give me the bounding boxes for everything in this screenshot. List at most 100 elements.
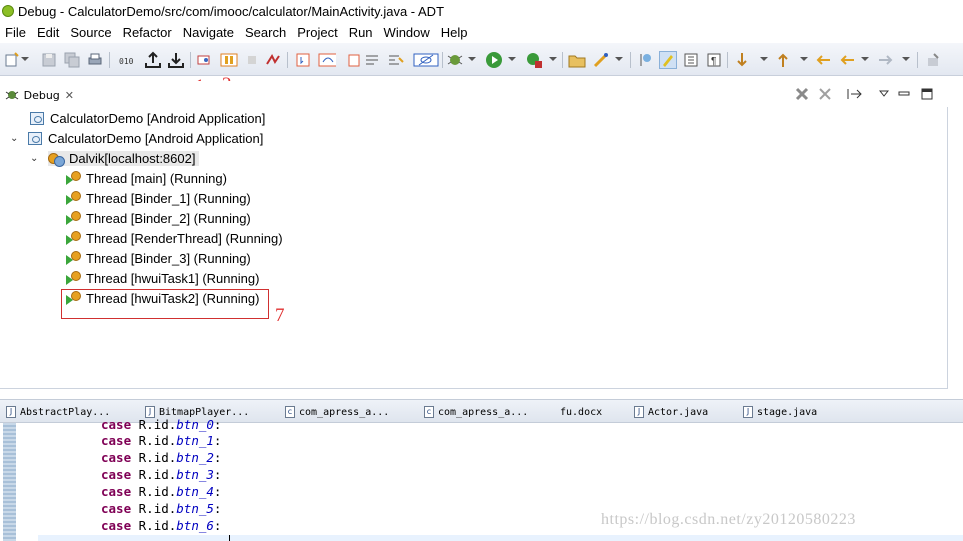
run-icon[interactable] (485, 51, 503, 69)
debug-icon[interactable] (446, 51, 464, 69)
external-tools-icon[interactable] (525, 51, 543, 69)
skip-breakpoints-icon[interactable] (195, 51, 213, 69)
suspend-icon[interactable] (220, 51, 238, 69)
vm-node[interactable]: ⌄ Dalvik[localhost:8602] (30, 148, 200, 168)
show-whitespace-icon[interactable]: ¶ (705, 51, 723, 69)
code-keyword: case (101, 467, 132, 482)
editor-tab[interactable]: J Actor.java (634, 404, 708, 420)
save-all-icon[interactable] (63, 51, 81, 69)
forward-dropdown-icon[interactable] (902, 57, 910, 61)
block-selection-icon[interactable] (682, 51, 700, 69)
editor-tab[interactable]: J AbstractPlay... (6, 404, 110, 420)
menu-file[interactable]: File (0, 25, 32, 40)
thread-node[interactable]: Thread [Binder_3] (Running) (66, 248, 251, 268)
menu-source[interactable]: Source (65, 25, 117, 40)
terminate-icon[interactable] (243, 51, 261, 69)
step-into-icon[interactable] (294, 51, 312, 69)
thread-label: Thread [Binder_3] (Running) (86, 250, 251, 266)
editor-tab[interactable]: c com_apress_a... (285, 404, 389, 420)
code-text: R.id. (138, 450, 177, 465)
step-over-icon[interactable] (318, 51, 336, 69)
code-keyword: case (101, 518, 132, 533)
menu-window[interactable]: Window (379, 25, 436, 40)
code-line: case R.id.btn_5: (101, 501, 221, 518)
view-menu-icon[interactable] (877, 85, 891, 103)
launch-node[interactable]: CalculatorDemo [Android Application] (30, 108, 265, 128)
thread-node[interactable]: Thread [Binder_2] (Running) (66, 208, 251, 228)
bug-icon (5, 91, 19, 100)
back-icon[interactable] (838, 51, 856, 69)
next-annotation-dropdown-icon[interactable] (760, 57, 768, 61)
step-return-icon[interactable] (345, 51, 363, 69)
launch-node[interactable]: ⌄ CalculatorDemo [Android Application] (10, 128, 263, 148)
thread-node[interactable]: Thread [RenderThread] (Running) (66, 228, 283, 248)
open-type-icon[interactable] (568, 51, 586, 69)
import-icon[interactable] (167, 51, 185, 69)
open-task-icon[interactable] (592, 51, 610, 69)
editor-tab[interactable]: fu.docx (546, 404, 602, 420)
editor-tab[interactable]: J stage.java (743, 404, 817, 420)
menu-run[interactable]: Run (344, 25, 379, 40)
last-edit-location-icon[interactable] (814, 51, 832, 69)
close-icon[interactable]: ✕ (65, 89, 74, 102)
disconnect-icon[interactable] (264, 51, 282, 69)
java-file-icon: J (634, 406, 644, 418)
editor-tab-label: fu.docx (560, 406, 603, 418)
svg-text:010: 010 (119, 57, 134, 66)
forward-icon[interactable] (877, 51, 895, 69)
prev-annotation-dropdown-icon[interactable] (800, 57, 808, 61)
expand-arrow-icon[interactable]: ⌄ (30, 153, 42, 164)
step-filters-icon[interactable] (387, 51, 405, 69)
print-icon[interactable] (86, 51, 104, 69)
debug-tab-label: Debug (23, 88, 60, 102)
code-identifier: btn_1 (176, 433, 214, 448)
thread-label: Thread [Binder_2] (Running) (86, 210, 251, 226)
highlight-icon[interactable] (659, 51, 677, 69)
code-line: case R.id.btn_3: (101, 467, 221, 484)
maximize-icon[interactable] (920, 85, 934, 103)
menu-search[interactable]: Search (240, 25, 292, 40)
open-task-dropdown-icon[interactable] (615, 57, 623, 61)
remove-all-icon[interactable] (816, 85, 834, 103)
use-step-filters-icon[interactable] (413, 51, 439, 69)
debug-dropdown-icon[interactable] (468, 57, 476, 61)
vm-label: Dalvik[localhost:8602] (69, 150, 196, 166)
minimize-icon[interactable] (897, 85, 911, 103)
menu-edit[interactable]: Edit (32, 25, 65, 40)
pin-editor-icon[interactable] (924, 51, 942, 69)
thread-node[interactable]: Thread [hwuiTask1] (Running) (66, 268, 259, 288)
expand-arrow-icon[interactable]: ⌄ (10, 133, 22, 144)
external-tools-dropdown-icon[interactable] (549, 57, 557, 61)
java-file-icon: J (743, 406, 753, 418)
binary-icon[interactable]: 010 (117, 51, 135, 69)
toggle-mark-occurrences-icon[interactable] (637, 51, 655, 69)
new-dropdown-icon[interactable] (21, 57, 29, 61)
debug-view-tab[interactable]: Debug ✕ (2, 84, 74, 106)
link-with-editor-icon[interactable] (845, 85, 865, 103)
prev-annotation-icon[interactable] (774, 51, 792, 69)
launch-label: CalculatorDemo [Android Application] (50, 110, 266, 126)
menu-project[interactable]: Project (292, 25, 343, 40)
title-bar: Debug - CalculatorDemo/src/com/imooc/cal… (0, 0, 963, 22)
menu-help[interactable]: Help (436, 25, 474, 40)
editor-tab[interactable]: c com_apress_a... (424, 404, 528, 420)
new-icon[interactable] (3, 51, 21, 69)
code-editor[interactable]: case R.id.btn_0: case R.id.btn_1: case R… (0, 417, 963, 541)
editor-tab-label: Actor.java (648, 406, 709, 418)
code-line: case R.id.btn_1: (101, 433, 221, 450)
save-icon[interactable] (40, 51, 58, 69)
code-line: case R.id.btn_4: (101, 484, 221, 501)
back-dropdown-icon[interactable] (861, 57, 869, 61)
remove-terminated-icon[interactable] (793, 85, 811, 103)
menu-navigate[interactable]: Navigate (178, 25, 240, 40)
drop-to-frame-icon[interactable] (364, 51, 382, 69)
code-identifier: btn_6 (176, 518, 214, 533)
menu-refactor[interactable]: Refactor (118, 25, 178, 40)
thread-node[interactable]: Thread [main] (Running) (66, 168, 227, 188)
code-identifier: btn_2 (176, 450, 214, 465)
run-dropdown-icon[interactable] (508, 57, 516, 61)
export-icon[interactable] (144, 51, 162, 69)
next-annotation-icon[interactable] (733, 51, 751, 69)
code-text: : (213, 433, 222, 448)
thread-node[interactable]: Thread [Binder_1] (Running) (66, 188, 251, 208)
